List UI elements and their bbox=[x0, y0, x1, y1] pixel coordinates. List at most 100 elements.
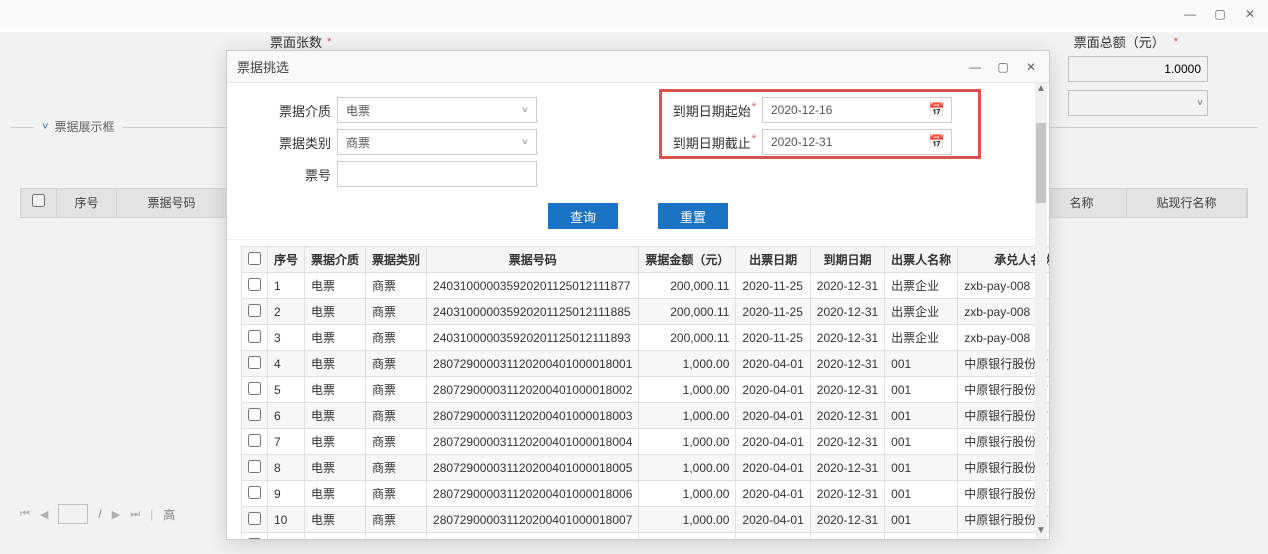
cell-due-date: 2020-12-31 bbox=[810, 273, 884, 299]
row-checkbox[interactable] bbox=[248, 330, 261, 343]
table-row[interactable]: 5电票商票2807290000311202004010000180021,000… bbox=[242, 377, 1050, 403]
cell-amount: 1,000.00 bbox=[639, 429, 736, 455]
col-seq: 序号 bbox=[268, 247, 305, 273]
table-row[interactable]: 7电票商票2807290000311202004010000180041,000… bbox=[242, 429, 1050, 455]
date-from-input[interactable]: 2020-12-16 📅 bbox=[762, 97, 952, 123]
table-row[interactable]: 3电票商票240310000035920201125012111893200,0… bbox=[242, 325, 1050, 351]
row-checkbox[interactable] bbox=[248, 512, 261, 525]
cell-medium: 电票 bbox=[305, 403, 366, 429]
category-value: 商票 bbox=[346, 134, 370, 151]
modal-close-icon[interactable]: ✕ bbox=[1023, 59, 1039, 75]
row-checkbox[interactable] bbox=[248, 408, 261, 421]
cell-amount: 200,000.11 bbox=[639, 299, 736, 325]
cell-due-date: 2020-12-31 bbox=[810, 455, 884, 481]
modal-titlebar: 票据挑选 — ▢ ✕ bbox=[227, 51, 1049, 83]
cell-medium: 电票 bbox=[305, 429, 366, 455]
cell-seq: 11 bbox=[268, 533, 305, 540]
date-to-value: 2020-12-31 bbox=[771, 135, 832, 149]
cell-drawer: 001 bbox=[885, 351, 958, 377]
cell-issue-date: 2020-04-01 bbox=[736, 403, 810, 429]
cell-amount: 1,000.00 bbox=[639, 377, 736, 403]
col-category: 票据类别 bbox=[366, 247, 427, 273]
col-amount: 票据金额（元） bbox=[639, 247, 736, 273]
bill-select-modal: 票据挑选 — ▢ ✕ 票据介质 电票 ˅ 到期日期起始* 2020-12-16 … bbox=[226, 50, 1050, 540]
result-table-wrap[interactable]: 序号 票据介质 票据类别 票据号码 票据金额（元） 出票日期 到期日期 出票人名… bbox=[227, 240, 1049, 539]
cell-seq: 4 bbox=[268, 351, 305, 377]
cell-billno: 280729000031120200401000018007 bbox=[427, 507, 639, 533]
medium-value: 电票 bbox=[346, 102, 370, 119]
table-row[interactable]: 6电票商票2807290000311202004010000180031,000… bbox=[242, 403, 1050, 429]
date-to-input[interactable]: 2020-12-31 📅 bbox=[762, 129, 952, 155]
scroll-down-icon[interactable]: ▼ bbox=[1035, 525, 1047, 539]
select-all-checkbox[interactable] bbox=[248, 252, 261, 265]
cell-seq: 10 bbox=[268, 507, 305, 533]
cell-medium: 电票 bbox=[305, 325, 366, 351]
table-row[interactable]: 2电票商票240310000035920201125012111885200,0… bbox=[242, 299, 1050, 325]
row-checkbox[interactable] bbox=[248, 486, 261, 499]
table-row[interactable]: 10电票商票2807290000311202004010000180071,00… bbox=[242, 507, 1050, 533]
table-row[interactable]: 9电票商票2807290000311202004010000180061,000… bbox=[242, 481, 1050, 507]
cell-due-date: 2020-12-31 bbox=[810, 507, 884, 533]
search-button[interactable]: 查询 bbox=[548, 203, 618, 229]
category-select[interactable]: 商票 ˅ bbox=[337, 129, 537, 155]
billno-row: 票号 bbox=[257, 161, 608, 187]
date-from-label: 到期日期起始* bbox=[668, 101, 762, 120]
modal-maximize-icon[interactable]: ▢ bbox=[995, 59, 1011, 75]
cell-issue-date: 2020-04-01 bbox=[736, 429, 810, 455]
table-row[interactable]: 11电票商票2807290000311202004010000180081,00… bbox=[242, 533, 1050, 540]
close-icon[interactable]: ✕ bbox=[1242, 6, 1258, 22]
modal-minimize-icon[interactable]: — bbox=[967, 59, 983, 75]
cell-category: 商票 bbox=[366, 299, 427, 325]
col-issue-date: 出票日期 bbox=[736, 247, 810, 273]
cell-drawer: 001 bbox=[885, 481, 958, 507]
cell-billno: 280729000031120200401000018004 bbox=[427, 429, 639, 455]
medium-label: 票据介质 bbox=[257, 101, 337, 120]
cell-amount: 200,000.11 bbox=[639, 273, 736, 299]
minimize-icon[interactable]: — bbox=[1182, 6, 1198, 22]
reset-button[interactable]: 重置 bbox=[658, 203, 728, 229]
table-row[interactable]: 1电票商票240310000035920201125012111877200,0… bbox=[242, 273, 1050, 299]
row-checkbox[interactable] bbox=[248, 278, 261, 291]
cell-billno: 280729000031120200401000018008 bbox=[427, 533, 639, 540]
row-checkbox[interactable] bbox=[248, 538, 261, 540]
cell-medium: 电票 bbox=[305, 533, 366, 540]
medium-row: 票据介质 电票 ˅ bbox=[257, 97, 608, 123]
cell-seq: 6 bbox=[268, 403, 305, 429]
chevron-down-icon: ˅ bbox=[522, 137, 528, 148]
medium-select[interactable]: 电票 ˅ bbox=[337, 97, 537, 123]
table-row[interactable]: 4电票商票2807290000311202004010000180011,000… bbox=[242, 351, 1050, 377]
cell-amount: 1,000.00 bbox=[639, 351, 736, 377]
cell-billno: 240310000035920201125012111893 bbox=[427, 325, 639, 351]
modal-vertical-scrollbar[interactable]: ▲ ▼ bbox=[1035, 83, 1047, 539]
cell-issue-date: 2020-11-25 bbox=[736, 299, 810, 325]
table-row[interactable]: 8电票商票2807290000311202004010000180051,000… bbox=[242, 455, 1050, 481]
cell-seq: 9 bbox=[268, 481, 305, 507]
cell-drawer: 001 bbox=[885, 533, 958, 540]
cell-medium: 电票 bbox=[305, 507, 366, 533]
scroll-up-icon[interactable]: ▲ bbox=[1035, 83, 1047, 97]
cell-medium: 电票 bbox=[305, 455, 366, 481]
cell-category: 商票 bbox=[366, 481, 427, 507]
cell-medium: 电票 bbox=[305, 377, 366, 403]
row-checkbox[interactable] bbox=[248, 304, 261, 317]
billno-input[interactable] bbox=[337, 161, 537, 187]
scroll-thumb[interactable] bbox=[1036, 123, 1046, 203]
cell-medium: 电票 bbox=[305, 299, 366, 325]
cell-due-date: 2020-12-31 bbox=[810, 403, 884, 429]
row-checkbox[interactable] bbox=[248, 356, 261, 369]
row-checkbox[interactable] bbox=[248, 460, 261, 473]
modal-body: 票据介质 电票 ˅ 到期日期起始* 2020-12-16 📅 票据类别 商票 ˅ bbox=[227, 83, 1049, 539]
row-checkbox[interactable] bbox=[248, 382, 261, 395]
button-row: 查询 重置 bbox=[227, 197, 1049, 240]
cell-drawer: 001 bbox=[885, 403, 958, 429]
cell-drawer: 出票企业 bbox=[885, 299, 958, 325]
date-from-value: 2020-12-16 bbox=[771, 103, 832, 117]
cell-issue-date: 2020-04-01 bbox=[736, 455, 810, 481]
date-from-row: 到期日期起始* 2020-12-16 📅 bbox=[668, 97, 1019, 123]
cell-category: 商票 bbox=[366, 429, 427, 455]
row-checkbox[interactable] bbox=[248, 434, 261, 447]
cell-amount: 1,000.00 bbox=[639, 533, 736, 540]
col-billno: 票据号码 bbox=[427, 247, 639, 273]
maximize-icon[interactable]: ▢ bbox=[1212, 6, 1228, 22]
cell-billno: 280729000031120200401000018006 bbox=[427, 481, 639, 507]
